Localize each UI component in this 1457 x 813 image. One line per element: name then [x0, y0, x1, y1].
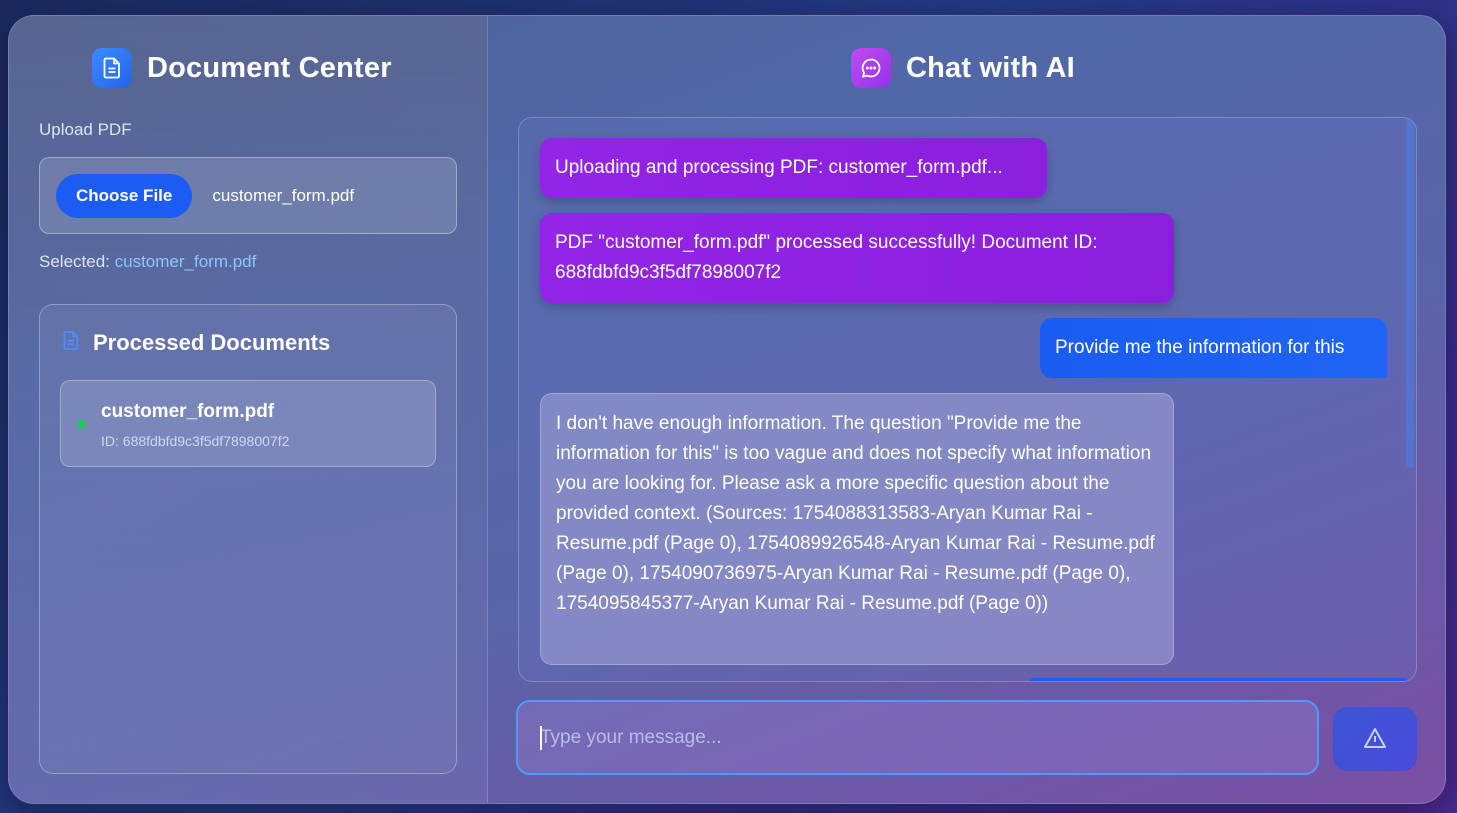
- send-icon: [1363, 727, 1387, 752]
- file-upload-field[interactable]: Choose File customer_form.pdf: [39, 157, 457, 234]
- chat-title: Chat with AI: [906, 51, 1075, 84]
- chosen-file-name: customer_form.pdf: [212, 185, 355, 205]
- status-dot: [77, 420, 86, 429]
- chat-messages-area[interactable]: Uploading and processing PDF: customer_f…: [518, 117, 1417, 682]
- user-message: Provide me the information for this: [1040, 318, 1387, 378]
- message-input-box[interactable]: [516, 700, 1319, 775]
- document-icon: [62, 330, 80, 356]
- document-id: ID: 688fdbfd9c3f5df7898007f2: [101, 433, 290, 449]
- document-center-header: Document Center: [92, 48, 392, 88]
- system-message: Uploading and processing PDF: customer_f…: [540, 138, 1047, 198]
- selected-prefix: Selected:: [39, 252, 110, 271]
- document-name: customer_form.pdf: [101, 401, 275, 422]
- processed-documents-panel: Processed Documents customer_form.pdf ID…: [39, 304, 457, 774]
- partial-message-bubble: [1029, 678, 1409, 681]
- assistant-message: I don't have enough information. The que…: [540, 393, 1174, 665]
- app-window: Document Center Upload PDF Choose File c…: [8, 15, 1446, 804]
- chat-scrollbar[interactable]: [1406, 118, 1414, 468]
- document-list-item[interactable]: customer_form.pdf ID: 688fdbfd9c3f5df789…: [60, 380, 436, 467]
- message-input[interactable]: [540, 726, 1317, 749]
- text-caret: [540, 726, 542, 750]
- upload-pdf-label: Upload PDF: [39, 120, 132, 139]
- processed-documents-title: Processed Documents: [93, 330, 331, 355]
- processed-documents-header: Processed Documents: [62, 330, 330, 356]
- selected-file-name: customer_form.pdf: [114, 252, 257, 271]
- chat-header: Chat with AI: [851, 48, 1075, 88]
- document-icon: [92, 48, 132, 88]
- choose-file-button[interactable]: Choose File: [56, 173, 193, 218]
- chat-bubble-icon: [851, 48, 891, 88]
- system-message: PDF "customer_form.pdf" processed succes…: [540, 213, 1174, 303]
- document-center-title: Document Center: [147, 51, 392, 84]
- selected-file-text: Selected: customer_form.pdf: [39, 252, 256, 272]
- document-center-panel: Document Center Upload PDF Choose File c…: [9, 16, 488, 803]
- send-button[interactable]: [1333, 707, 1417, 771]
